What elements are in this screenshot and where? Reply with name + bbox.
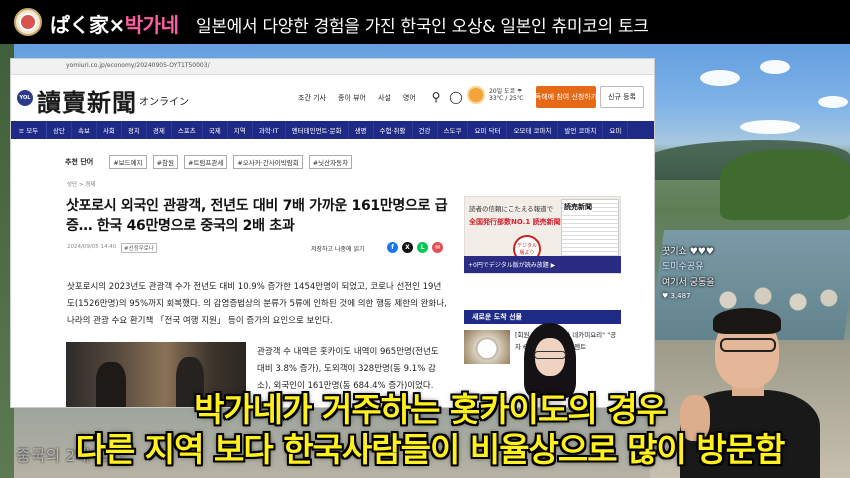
account-icon[interactable]: ◯ [449, 90, 463, 104]
sun-icon [469, 88, 483, 102]
email-share-icon[interactable]: ✉ [432, 242, 443, 253]
category-item[interactable]: 스포츠 [172, 121, 203, 139]
top-nav-editorial[interactable]: 사설 [378, 93, 391, 103]
channel-name: ぱく家×박가네 [50, 13, 179, 37]
gift-image[interactable] [464, 330, 510, 364]
article-date: 2024/09/05 14:40 [67, 244, 117, 250]
category-item[interactable]: 생명 [349, 121, 374, 139]
channel-header: ぱく家×박가네 일본에서 다양한 경험을 가진 한국인 오상& 일본인 츄미코의… [0, 0, 850, 44]
category-item[interactable]: 정치 [122, 121, 147, 139]
x-share-icon[interactable]: X [402, 242, 413, 253]
top-nav-morning[interactable]: 조간 기사 [298, 93, 326, 103]
article-headline: 삿포로시 외국인 관광객, 전년도 대비 7배 가까운 161만명으로 급증… … [66, 198, 448, 234]
category-nav: ≡ 모두 상단 속보 사회 정치 경제 스포츠 국제 지역 과학·IT 엔터테인… [11, 121, 654, 139]
line-share-icon[interactable]: L [417, 242, 428, 253]
category-item[interactable]: 스도쿠 [438, 121, 469, 139]
chat-line: 여기서 궁동을 [662, 278, 715, 288]
category-item[interactable]: 요미 닥터 [468, 121, 508, 139]
top-nav-viewer[interactable]: 종이 뷰어 [338, 93, 366, 103]
ad-cta-bar[interactable]: +0円でデジタル版が読み放題 ▶ [464, 256, 621, 273]
trending-label: 추천 단어 [65, 158, 94, 166]
url-text[interactable]: yomiuri.co.jp/economy/20240905-OYT1T5000… [66, 62, 210, 69]
chat-line: 도미수공유 [662, 262, 704, 272]
address-bar[interactable]: yomiuri.co.jp/economy/20240905-OYT1T5000… [11, 59, 654, 75]
menu-button[interactable]: ≡ 모두 [11, 121, 47, 139]
trending-tag[interactable]: #오사카·간사이박람회 [233, 155, 303, 169]
site-masthead[interactable]: 讀賣新聞 [37, 83, 137, 118]
category-item[interactable]: 수험·취활 [374, 121, 413, 139]
subscribe-button[interactable]: 독해에 참여 신청하기 [535, 86, 597, 108]
trending-tag[interactable]: #참원 [152, 155, 178, 169]
category-item[interactable]: 경제 [147, 121, 172, 139]
category-item[interactable]: 과학·IT [253, 121, 286, 139]
search-icon[interactable]: ⚲ [429, 90, 443, 104]
category-item[interactable]: 국제 [203, 121, 228, 139]
register-button[interactable]: 신규 등록 [600, 86, 644, 108]
category-item[interactable]: 건강 [413, 121, 438, 139]
article-paragraph-1: 삿포로시의 2023년도 관광객 수가 전년도 대비 10.9% 증가한 145… [67, 282, 447, 326]
category-item[interactable]: 상단 [47, 121, 72, 139]
subtitle-line-2: 다른 지역 보다 한국사람들이 비율상으로 많이 방문함 [75, 430, 786, 469]
weather-widget[interactable]: 20일 도쿄 ☂ 33℃ / 25℃ [469, 85, 529, 111]
save-for-later-link[interactable]: 저장하고 나중에 읽기 [311, 244, 365, 253]
facebook-share-icon[interactable]: f [387, 242, 398, 253]
trending-words: 추천 단어 #보드예지 #참원 #트럼프관세 #오사카·간사이박람회 #닛산자동… [65, 155, 353, 169]
category-item[interactable]: 발언 코마치 [558, 121, 604, 139]
chat-like-count: ♥ 3,487 [662, 292, 691, 300]
category-item[interactable]: 속보 [72, 121, 97, 139]
article-tag[interactable]: #선정우로나 [121, 243, 157, 253]
category-item[interactable]: 오모테 코마치 [507, 121, 559, 139]
site-masthead-sub: オンライン [139, 97, 189, 108]
trending-tag[interactable]: #트럼프관세 [184, 155, 228, 169]
top-nav: 조간 기사 종이 뷰어 사설 영어 [298, 93, 416, 103]
channel-logo [14, 8, 42, 36]
chat-line: 꿋기쇼 ♥♥♥ [662, 247, 714, 257]
site-logo-badge[interactable]: YOL [17, 90, 33, 106]
site-header: YOL 讀賣新聞 オンライン 조간 기사 종이 뷰어 사설 영어 ⚲ ◯ 20일… [11, 75, 654, 121]
trending-tag[interactable]: #보드예지 [109, 155, 147, 169]
category-item[interactable]: 사회 [97, 121, 122, 139]
top-nav-english[interactable]: 영어 [403, 93, 416, 103]
category-item[interactable]: 지역 [228, 121, 253, 139]
trending-tag[interactable]: #닛산자동차 [308, 155, 353, 169]
category-item[interactable]: 엔터테인먼트·문화 [286, 121, 349, 139]
breadcrumb[interactable]: 상단 > 경제 [67, 180, 95, 188]
channel-subtitle: 일본에서 다양한 경험을 가진 한국인 오상& 일본인 츄미코의 토크 [196, 17, 649, 37]
category-item[interactable]: 요미 [603, 121, 629, 139]
